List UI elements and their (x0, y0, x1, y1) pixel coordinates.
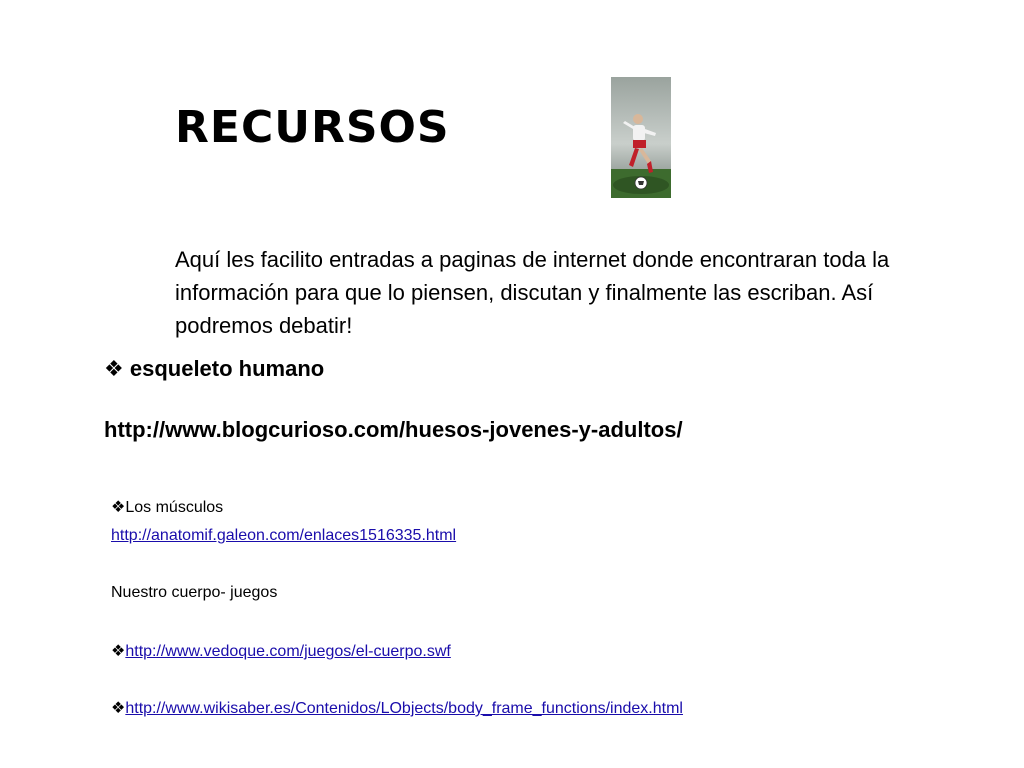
section-label-musculos: Los músculos (125, 499, 224, 516)
link-wikisaber[interactable]: http://www.wikisaber.es/Contenidos/LObje… (125, 700, 683, 717)
intro-paragraph: Aquí les facilito entradas a paginas de … (175, 247, 890, 338)
section-label-esqueleto: esqueleto humano (129, 356, 325, 381)
bullet-vedoque: ❖http://www.vedoque.com/juegos/el-cuerpo… (111, 640, 451, 663)
bullet-musculos: ❖Los músculos (111, 496, 223, 519)
bullet-esqueleto: ❖ esqueleto humano (104, 352, 324, 387)
link-galeon[interactable]: http://anatomif.galeon.com/enlaces151633… (111, 527, 456, 544)
diamond-bullet-icon: ❖ (104, 357, 124, 382)
slide-title: RECURSOS (175, 102, 450, 153)
diamond-bullet-icon: ❖ (111, 497, 126, 516)
diamond-bullet-icon: ❖ (111, 641, 126, 660)
diamond-bullet-icon: ❖ (111, 698, 126, 717)
link-vedoque[interactable]: http://www.vedoque.com/juegos/el-cuerpo.… (125, 643, 451, 660)
url-blogcurioso[interactable]: http://www.blogcurioso.com/huesos-jovene… (104, 413, 683, 447)
slide: RECURSOS Aquí les facilito entradas a pa… (0, 0, 1024, 768)
soccer-player-image (611, 77, 671, 198)
bullet-wikisaber: ❖http://www.wikisaber.es/Contenidos/LObj… (111, 697, 683, 720)
section-label-juegos: Nuestro cuerpo- juegos (111, 584, 278, 601)
link-galeon-row: http://anatomif.galeon.com/enlaces151633… (111, 525, 456, 547)
